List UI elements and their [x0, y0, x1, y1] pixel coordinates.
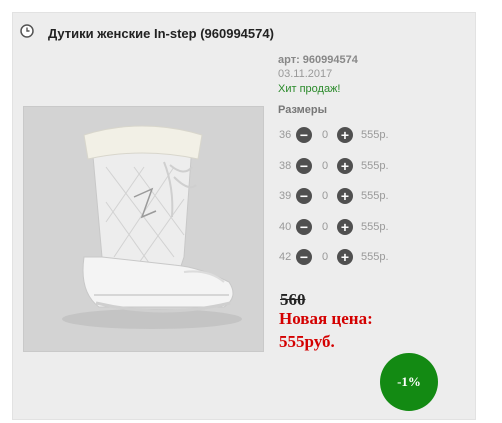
discount-badge: -1%: [380, 353, 438, 411]
size-quantity: 0: [322, 251, 329, 263]
product-card: Дутики женские In-step (960994574) арт: …: [12, 12, 476, 420]
plus-circle-icon[interactable]: +: [337, 127, 353, 143]
sizes-label: Размеры: [278, 104, 328, 116]
plus-circle-icon[interactable]: +: [337, 188, 353, 204]
size-number: 40: [279, 221, 292, 233]
size-number: 38: [279, 160, 292, 172]
plus-circle-icon[interactable]: +: [337, 219, 353, 235]
size-price: 555р.: [361, 190, 389, 202]
size-number: 36: [279, 129, 292, 141]
plus-circle-icon[interactable]: +: [337, 249, 353, 265]
plus-circle-icon[interactable]: +: [337, 158, 353, 174]
new-price-label: Новая цена:: [279, 309, 373, 328]
minus-circle-icon[interactable]: −: [296, 158, 312, 174]
size-quantity: 0: [322, 221, 329, 233]
hit-badge: Хит продаж!: [278, 83, 341, 95]
size-price: 555р.: [361, 251, 389, 263]
size-number: 39: [279, 190, 292, 202]
boot-illustration: [24, 107, 263, 351]
product-image[interactable]: [23, 106, 264, 352]
minus-circle-icon[interactable]: −: [296, 127, 312, 143]
size-quantity: 0: [322, 129, 329, 141]
product-date: 03.11.2017: [278, 68, 333, 80]
new-price: 555руб.: [279, 332, 335, 351]
size-quantity: 0: [322, 160, 329, 172]
article-number: арт: 960994574: [278, 54, 358, 66]
size-quantity: 0: [322, 190, 329, 202]
product-title: Дутики женские In-step (960994574): [48, 26, 274, 41]
size-price: 555р.: [361, 129, 389, 141]
size-price: 555р.: [361, 221, 389, 233]
size-number: 42: [279, 251, 292, 263]
minus-circle-icon[interactable]: −: [296, 249, 312, 265]
clock-icon: [20, 24, 34, 38]
minus-circle-icon[interactable]: −: [296, 188, 312, 204]
old-price: 560: [280, 290, 306, 309]
size-price: 555р.: [361, 160, 389, 172]
minus-circle-icon[interactable]: −: [296, 219, 312, 235]
